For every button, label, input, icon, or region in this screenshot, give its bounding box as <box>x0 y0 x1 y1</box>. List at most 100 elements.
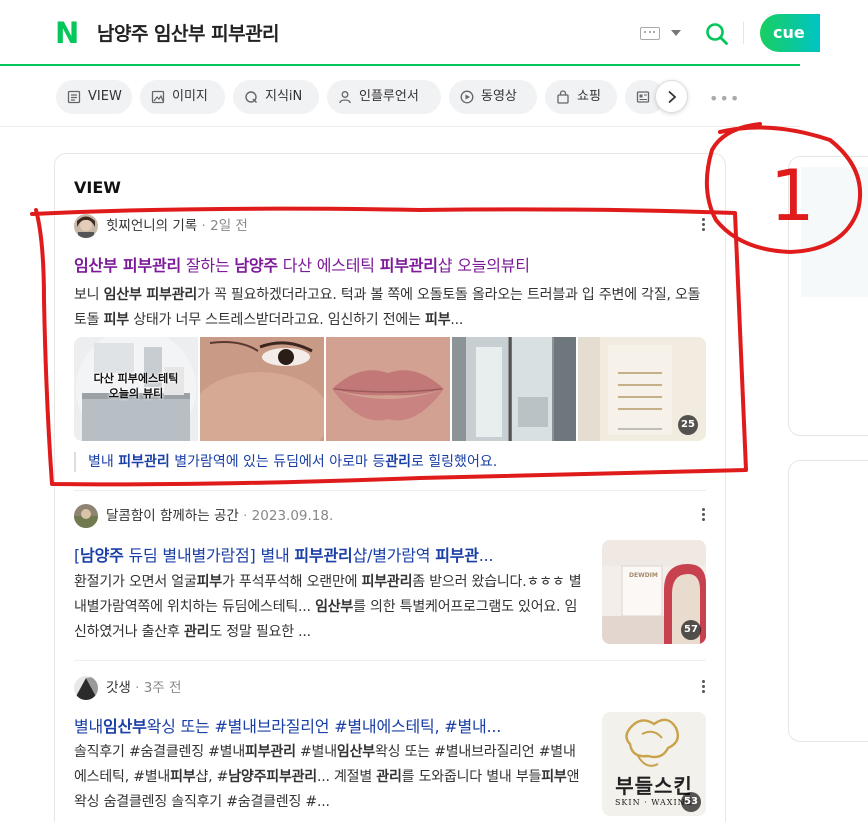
highlight-keyword: 피부관리 <box>361 574 413 590</box>
naver-logo[interactable]: N <box>55 19 79 48</box>
highlight-keyword: 피부관 <box>435 546 479 565</box>
cue-button[interactable]: cue <box>760 14 820 52</box>
tabs-next-button[interactable] <box>655 80 688 113</box>
text-segment: 샵/별가람역 <box>352 546 436 565</box>
news-icon <box>636 91 650 103</box>
kebab-menu-icon[interactable] <box>702 680 706 696</box>
header-divider <box>743 22 744 44</box>
image-strip[interactable]: 다산 피부에스테틱 오늘의 뷰티 25 <box>74 337 706 441</box>
image-icon <box>151 90 165 104</box>
highlight-keyword: 관리 <box>376 769 402 785</box>
divider <box>74 490 706 491</box>
text-segment: 잘하는 <box>181 256 235 275</box>
thumbnail-image[interactable]: 25 <box>578 337 706 441</box>
tab-shopping[interactable]: 쇼핑 <box>545 80 617 114</box>
result-meta: 달콤함이 함께하는 공간 · 2023.09.18. <box>74 504 706 528</box>
result-title[interactable]: 별내임산부왁싱 또는 #별내브라질리언 #별내에스테틱, #별내... <box>74 713 584 737</box>
kebab-menu-icon[interactable] <box>702 508 706 524</box>
tab-influencer[interactable]: 인플루언서 <box>327 80 441 114</box>
side-panel <box>788 460 868 742</box>
thumbnail-image[interactable]: DEWDIM 57 <box>602 540 706 644</box>
text-segment: 로 힐링했어요. <box>410 454 498 470</box>
highlight-keyword: 피부관리 <box>379 256 438 275</box>
search-header: N 남양주 임산부 피부관리 cue <box>0 0 820 66</box>
thumbnail-image[interactable] <box>326 337 450 441</box>
text-segment: 도 정말 필요한 ... <box>209 624 311 640</box>
text-segment: 왁싱 또는 #별내브라질리언 #별내에스테틱, #별내... <box>146 717 502 736</box>
text-segment: 샵 오늘의뷰티 <box>437 256 530 275</box>
highlight-keyword: 피부관리 <box>294 546 353 565</box>
result-meta: 갓생 · 3주 전 <box>74 676 706 700</box>
result-title[interactable]: [남양주 듀딤 별내별가람점] 별내 피부관리샵/별가람역 피부관... <box>74 542 584 566</box>
result-item: 갓생 · 3주 전 별내임산부왁싱 또는 #별내브라질리언 #별내에스테틱, #… <box>74 676 706 822</box>
thumbnail-image[interactable]: 부들스킨 SKIN · WAXING 53 <box>602 712 706 816</box>
highlight-keyword: 남양주피부관리 <box>228 769 317 785</box>
chevron-right-icon <box>668 90 677 104</box>
image-count-badge: 53 <box>681 792 701 812</box>
search-query-text[interactable]: 남양주 임산부 피부관리 <box>97 19 280 46</box>
thumbnail-image[interactable]: 다산 피부에스테틱 오늘의 뷰티 <box>74 337 198 441</box>
tab-label: 쇼핑 <box>577 89 601 104</box>
highlight-keyword: 피부관리 <box>118 454 170 470</box>
avatar[interactable] <box>74 504 98 528</box>
thumbnail-sign: DEWDIM <box>629 572 658 579</box>
author-line[interactable]: 힛찌언니의 기록 · 2일 전 <box>106 214 248 238</box>
tab-label: 이미지 <box>172 89 208 104</box>
result-title[interactable]: 임산부 피부관리 잘하는 남양주 다산 에스테틱 피부관리샵 오늘의뷰티 <box>74 252 674 276</box>
text-segment: ... 계절별 <box>316 769 377 785</box>
q-icon <box>245 91 257 103</box>
thumbnail-image[interactable] <box>452 337 576 441</box>
chevron-down-icon[interactable] <box>671 30 681 36</box>
bag-icon <box>557 90 569 104</box>
more-options-icon[interactable]: ••• <box>709 89 740 108</box>
post-date: 2일 전 <box>210 218 248 234</box>
keyboard-icon[interactable] <box>640 27 660 40</box>
result-item: 달콤함이 함께하는 공간 · 2023.09.18. [남양주 듀딤 별내별가람… <box>74 504 706 654</box>
text-segment: 별가람역에 있는 듀딤에서 아로마 등 <box>169 454 386 470</box>
result-description: 보니 임산부 피부관리가 꼭 필요하겠더라고요. 턱과 볼 쪽에 오돌토돌 올라… <box>74 283 706 333</box>
tab-label: 인플루언서 <box>359 89 419 104</box>
highlight-keyword: 임산부 피부관리 <box>74 256 182 275</box>
avatar[interactable] <box>74 676 98 700</box>
thumbnail-image[interactable] <box>200 337 324 441</box>
author-name[interactable]: 달콤함이 함께하는 공간 <box>106 508 239 524</box>
text-segment: 환절기가 오면서 얼굴 <box>74 574 197 590</box>
image-count-badge: 25 <box>678 415 698 435</box>
image-count-badge: 57 <box>681 620 701 640</box>
author-name[interactable]: 힛찌언니의 기록 <box>106 218 197 234</box>
text-segment: 별내 <box>88 454 119 470</box>
author-name[interactable]: 갓생 <box>106 680 131 696</box>
kebab-menu-icon[interactable] <box>702 218 706 234</box>
play-icon <box>460 90 474 104</box>
text-segment: #별내 <box>295 744 337 760</box>
result-description: 솔직후기 #숨결클렌징 #별내피부관리 #별내임산부왁싱 또는 #별내브라질리언… <box>74 740 586 815</box>
highlight-keyword: 피부관리 <box>245 744 296 760</box>
text-segment: 가 푸석푸석해 오랜만에 <box>222 574 362 590</box>
search-icon[interactable] <box>705 22 729 46</box>
highlight-keyword: 임산부 <box>315 599 354 615</box>
author-line[interactable]: 달콤함이 함께하는 공간 · 2023.09.18. <box>106 504 333 528</box>
text-segment: ... <box>450 312 464 328</box>
divider <box>0 126 800 127</box>
highlight-keyword: 임산부 <box>103 717 147 736</box>
highlight-keyword: 임산부 <box>336 744 375 760</box>
highlight-keyword: 피부 <box>541 769 567 785</box>
result-quote[interactable]: 별내 피부관리 별가람역에 있는 듀딤에서 아로마 등관리로 힐링했어요. <box>74 452 497 472</box>
avatar[interactable] <box>74 214 98 238</box>
highlight-keyword: 관리 <box>385 454 411 470</box>
highlight-keyword: 남양주 <box>80 546 124 565</box>
author-line[interactable]: 갓생 · 3주 전 <box>106 676 181 700</box>
result-description: 환절기가 오면서 얼굴피부가 푸석푸석해 오랜만에 피부관리좀 받으러 왔습니다… <box>74 570 586 645</box>
tab-video[interactable]: 동영상 <box>449 80 537 114</box>
text-segment: 샵, # <box>195 769 229 785</box>
tab-images[interactable]: 이미지 <box>140 80 225 114</box>
post-date: 2023.09.18. <box>251 508 334 524</box>
tab-label: VIEW <box>88 89 122 104</box>
tab-kin[interactable]: 지식iN <box>233 80 319 114</box>
text-segment: 듀딤 별내별가람점] 별내 <box>123 546 295 565</box>
tab-view[interactable]: VIEW <box>56 80 132 114</box>
section-title: VIEW <box>74 178 121 197</box>
highlight-keyword: 피부 <box>425 312 451 328</box>
text-segment: 를 도와줍니다 별내 부들 <box>401 769 542 785</box>
text-segment: 상태가 너무 스트레스받더라고요. 임신하기 전에는 <box>129 312 426 328</box>
